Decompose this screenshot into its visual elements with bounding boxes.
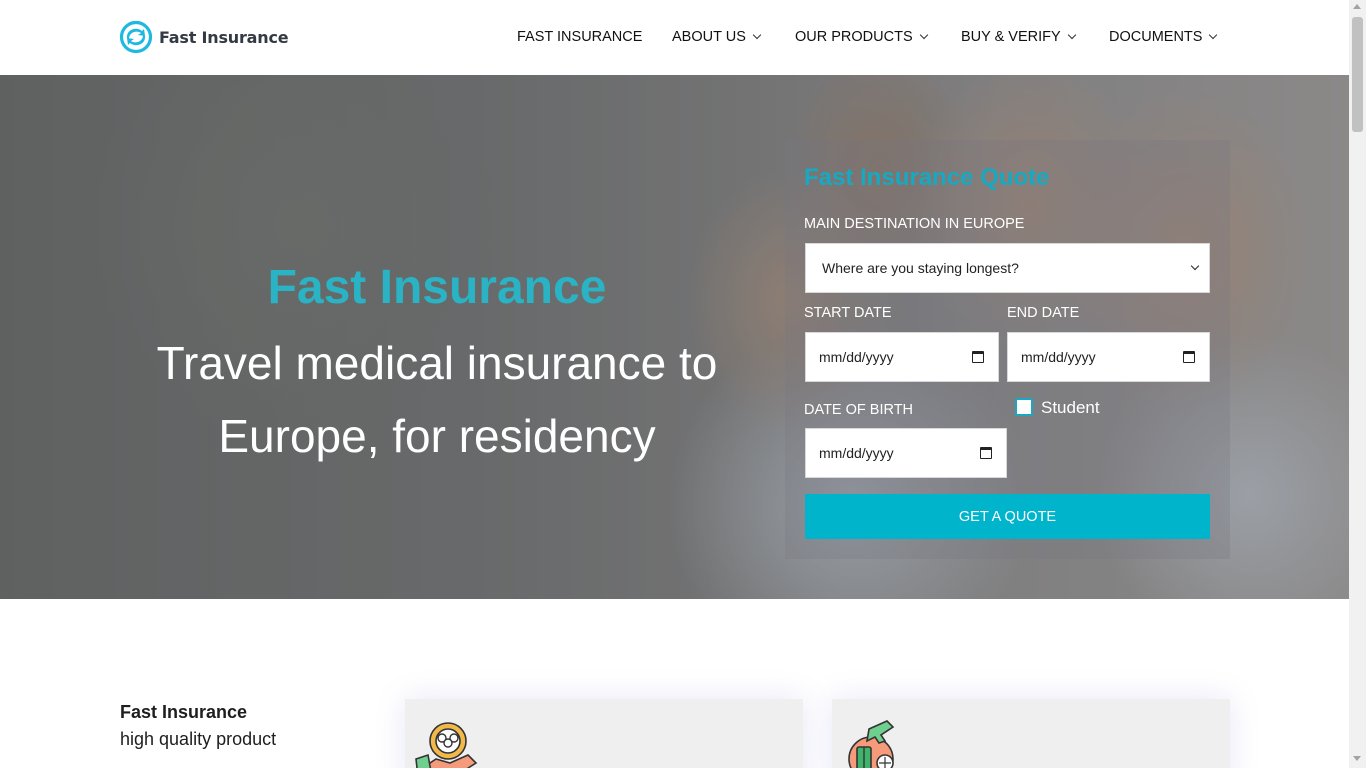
section-title: Fast Insurance bbox=[120, 702, 248, 722]
circular-arrows-logo-icon bbox=[119, 20, 153, 54]
dob-input[interactable]: mm/dd/yyyy bbox=[805, 428, 1007, 478]
hero-subtitle: Travel medical insurance to Europe, for … bbox=[156, 337, 718, 462]
chevron-down-icon bbox=[752, 30, 762, 40]
end-date-input[interactable]: mm/dd/yyyy bbox=[1007, 332, 1210, 382]
nav-label: ABOUT US bbox=[672, 29, 746, 45]
product-card[interactable] bbox=[832, 699, 1230, 768]
travel-luggage-globe-icon bbox=[848, 720, 895, 768]
scroll-down-arrow-icon[interactable] bbox=[1353, 756, 1361, 761]
scrollbar-thumb[interactable] bbox=[1352, 17, 1363, 132]
calendar-icon[interactable] bbox=[980, 447, 992, 459]
end-date-label: END DATE bbox=[1007, 305, 1080, 321]
start-date-input[interactable]: mm/dd/yyyy bbox=[805, 332, 999, 382]
nav-label: DOCUMENTS bbox=[1109, 29, 1203, 45]
destination-select[interactable]: Where are you staying longest? bbox=[805, 243, 1210, 293]
nav-fast-insurance[interactable]: FAST INSURANCE bbox=[517, 29, 642, 45]
scroll-up-arrow-icon[interactable] bbox=[1353, 4, 1361, 9]
logo-text: Fast Insurance bbox=[159, 27, 289, 47]
people-gear-handshake-icon bbox=[415, 722, 478, 768]
chevron-down-icon bbox=[1190, 261, 1200, 271]
get-quote-button[interactable]: GET A QUOTE bbox=[805, 494, 1210, 539]
nav-label: BUY & VERIFY bbox=[961, 29, 1061, 45]
section-subtitle: high quality product bbox=[120, 729, 277, 749]
chevron-down-icon bbox=[1209, 30, 1218, 40]
calendar-icon[interactable] bbox=[1183, 351, 1195, 363]
destination-value: Where are you staying longest? bbox=[822, 260, 1019, 276]
quote-form-title: Fast Insurance Quote bbox=[804, 164, 1050, 191]
chevron-down-icon bbox=[919, 30, 928, 40]
student-label[interactable]: Student bbox=[1041, 398, 1100, 418]
start-date-placeholder: mm/dd/yyyy bbox=[819, 349, 894, 365]
product-card[interactable] bbox=[405, 699, 803, 768]
end-date-placeholder: mm/dd/yyyy bbox=[1021, 349, 1096, 365]
page-scrollbar[interactable] bbox=[1349, 0, 1366, 768]
nav-about-us[interactable]: ABOUT US bbox=[672, 29, 762, 45]
start-date-label: START DATE bbox=[804, 305, 892, 321]
nav-label: OUR PRODUCTS bbox=[795, 29, 913, 45]
dob-placeholder: mm/dd/yyyy bbox=[819, 445, 894, 461]
site-header: Fast Insurance FAST INSURANCE ABOUT US O… bbox=[0, 0, 1349, 75]
nav-our-products[interactable]: OUR PRODUCTS bbox=[795, 29, 928, 45]
student-checkbox[interactable] bbox=[1015, 398, 1033, 416]
destination-label: MAIN DESTINATION IN EUROPE bbox=[804, 216, 1025, 232]
calendar-icon[interactable] bbox=[972, 351, 984, 363]
nav-buy-verify[interactable]: BUY & VERIFY bbox=[961, 29, 1076, 45]
quote-form: Fast Insurance Quote MAIN DESTINATION IN… bbox=[785, 140, 1230, 559]
hero-section: Fast Insurance Travel medical insurance … bbox=[0, 75, 1349, 599]
logo[interactable]: Fast Insurance bbox=[119, 20, 289, 54]
nav-label: FAST INSURANCE bbox=[517, 29, 643, 45]
dob-label: DATE OF BIRTH bbox=[804, 402, 914, 418]
nav-documents[interactable]: DOCUMENTS bbox=[1109, 29, 1218, 45]
hero-title: Fast Insurance bbox=[267, 261, 607, 314]
chevron-down-icon bbox=[1067, 30, 1076, 40]
